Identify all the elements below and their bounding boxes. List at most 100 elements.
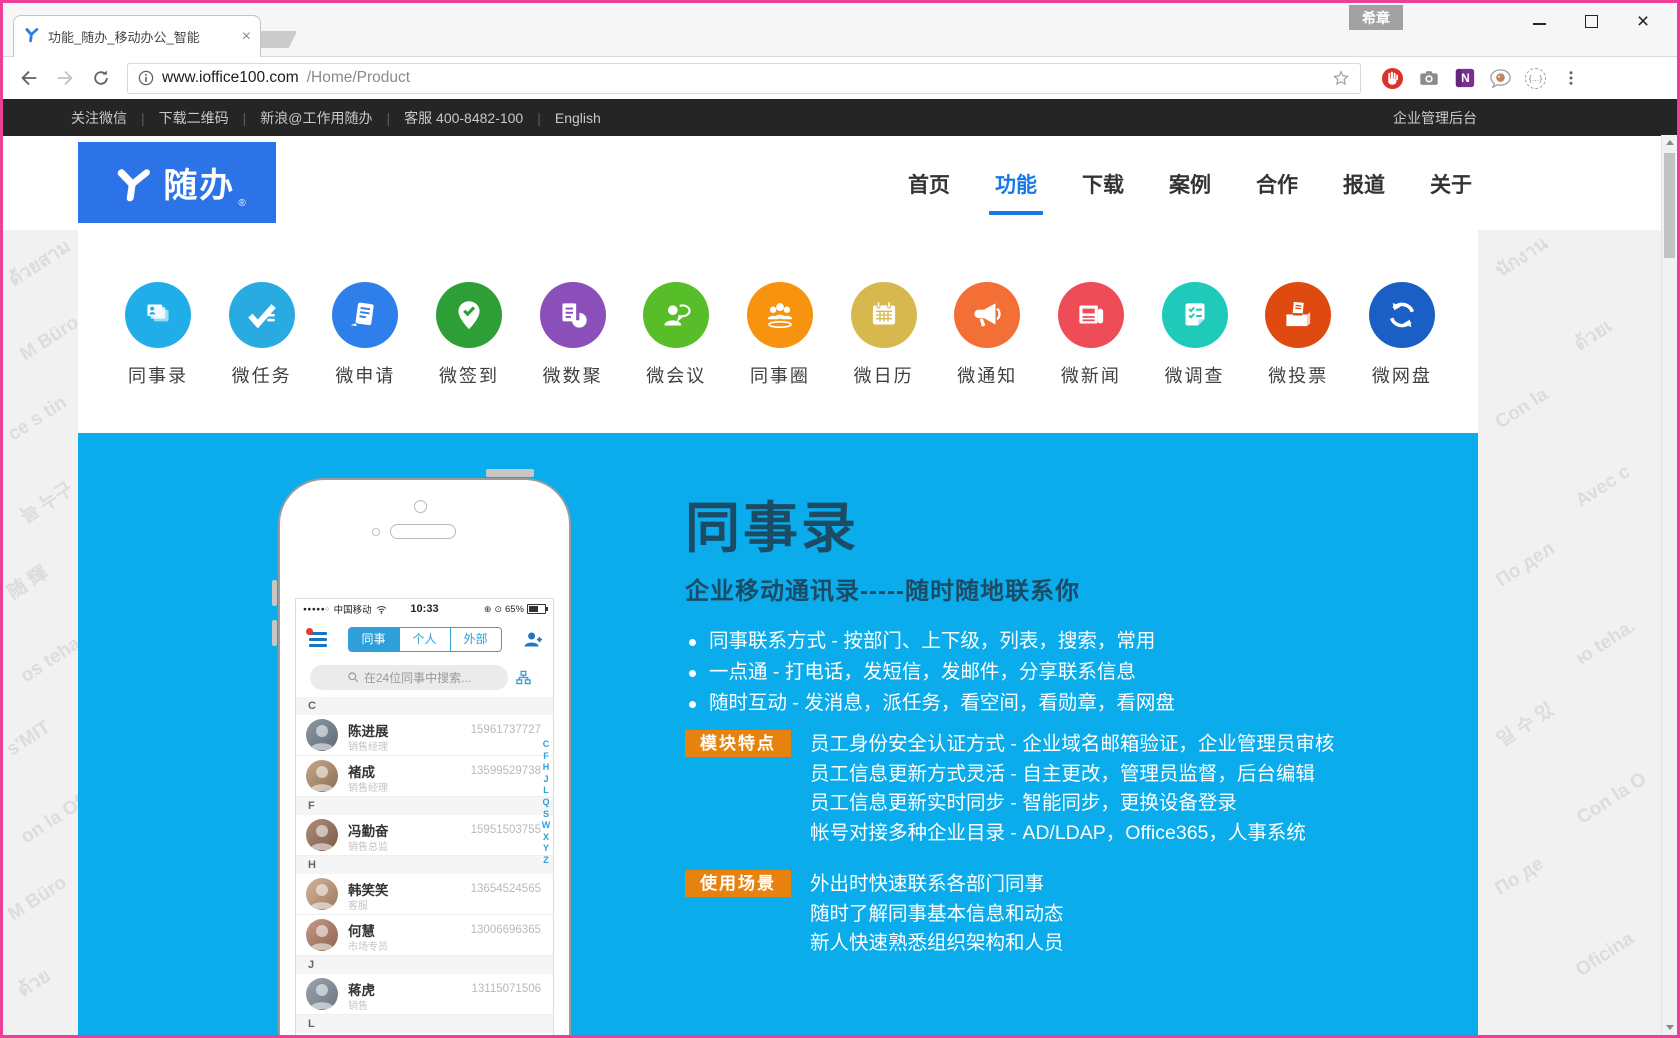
registered-mark: ® — [238, 198, 245, 209]
feature-微投票[interactable]: 微投票 — [1262, 282, 1334, 433]
scroll-down-arrow[interactable] — [1662, 1020, 1677, 1035]
contact-row[interactable]: 蒋虎销售13115071506 — [296, 974, 553, 1015]
topbar-link[interactable]: English — [555, 110, 601, 126]
topbar-link[interactable]: 关注微信 — [71, 108, 127, 128]
watermark-text: По де — [1491, 853, 1548, 900]
module-feature-row: 模块特点 员工身份安全认证方式 - 企业域名邮箱验证，企业管理员审核员工信息更新… — [685, 730, 1334, 848]
main-nav: 首页 功能 下载 案例 合作 报道 关于 — [908, 136, 1472, 231]
feature-同事圈[interactable]: 同事圈 — [744, 282, 816, 433]
add-contact-icon[interactable] — [522, 629, 543, 655]
nav-item-关于[interactable]: 关于 — [1430, 169, 1472, 199]
contact-row[interactable]: 褚成销售经理13599529738 — [296, 756, 553, 797]
index-letter-W[interactable]: W — [541, 820, 551, 832]
feature-微日历[interactable]: 微日历 — [848, 282, 920, 433]
bookmark-star-icon[interactable] — [1332, 69, 1350, 87]
nav-item-报道[interactable]: 报道 — [1343, 169, 1385, 199]
index-letter-S[interactable]: S — [541, 809, 551, 821]
index-letter-F[interactable]: F — [541, 751, 551, 763]
topbar-link[interactable]: 新浪@工作用随办 — [260, 108, 372, 128]
contact-phone: 15961737727 — [471, 724, 541, 736]
feature-微申请[interactable]: 微申请 — [329, 282, 401, 433]
scrollbar-thumb[interactable] — [1664, 153, 1675, 258]
page-info-icon[interactable] — [138, 70, 154, 86]
contact-row[interactable]: 陈进展销售经理15961737727 — [296, 715, 553, 756]
close-button[interactable]: × — [1617, 3, 1669, 39]
index-letter-C[interactable]: C — [541, 739, 551, 751]
nav-item-案例[interactable]: 案例 — [1169, 169, 1211, 199]
phone-tab-外部[interactable]: 外部 — [450, 628, 501, 651]
reload-button[interactable] — [87, 64, 115, 92]
nav-item-下载[interactable]: 下载 — [1082, 169, 1124, 199]
feature-label: 微数聚 — [543, 362, 603, 388]
browser-menu-icon[interactable] — [1559, 67, 1582, 90]
feature-微通知[interactable]: 微通知 — [951, 282, 1023, 433]
logo-text: 随办 — [163, 158, 235, 207]
contact-title: 市场专员 — [348, 938, 388, 953]
minimize-button[interactable] — [1513, 3, 1565, 39]
phone-tab-个人[interactable]: 个人 — [399, 628, 450, 651]
address-bar[interactable]: www.ioffice100.com/Home/Product — [127, 63, 1361, 94]
phone-tab-同事[interactable]: 同事 — [349, 628, 399, 651]
org-tree-icon[interactable] — [516, 670, 531, 685]
index-letter-L[interactable]: L — [541, 785, 551, 797]
avatar — [306, 719, 338, 751]
forward-button[interactable] — [51, 64, 79, 92]
contact-phone: 13115071506 — [472, 983, 542, 995]
reload-icon — [91, 68, 111, 88]
topbar-link[interactable]: 下载二维码 — [159, 108, 229, 128]
feature-微新闻[interactable]: 微新闻 — [1055, 282, 1127, 433]
contact-row[interactable]: 李贯佳13771025437 — [296, 1033, 553, 1035]
browser-tab[interactable]: 功能_随办_移动办公_智能 × — [13, 15, 261, 57]
feature-微签到[interactable]: 微签到 — [433, 282, 505, 433]
contact-title: 客服 — [348, 897, 368, 912]
hero-subtitle: 企业移动通讯录-----随时随地联系你 — [685, 571, 1080, 606]
minimize-icon — [1533, 23, 1546, 25]
admin-portal-link[interactable]: 企业管理后台 — [1393, 108, 1477, 128]
index-letter-Q[interactable]: Q — [541, 797, 551, 809]
onenote-extension-icon[interactable]: N — [1453, 67, 1476, 90]
index-letter-Z[interactable]: Z — [541, 855, 551, 867]
feature-微数聚[interactable]: 微数聚 — [537, 282, 609, 433]
feature-label: 微签到 — [439, 362, 499, 388]
watermark-right: นักงานด้วยเCon laAvec cПо делю teha.일 수 … — [1478, 230, 1668, 1035]
module-line: 员工信息更新方式灵活 - 自主更改，管理员监督，后台编辑 — [810, 760, 1334, 790]
watermark-left: ด้วยสามM Büroce s tin늘 누구随 輝os teha.s'MI… — [3, 230, 78, 1035]
feature-label: 微投票 — [1268, 362, 1328, 388]
menu-hamburger-icon[interactable] — [309, 632, 327, 647]
contact-row[interactable]: 何慧市场专员13006696365 — [296, 915, 553, 956]
vertical-scrollbar[interactable] — [1661, 135, 1677, 1035]
index-letter-J[interactable]: J — [541, 774, 551, 786]
adblock-hand-icon[interactable] — [1381, 67, 1404, 90]
chat-bubble-extension-icon[interactable] — [1489, 67, 1512, 90]
index-letter-Y[interactable]: Y — [541, 843, 551, 855]
feature-微会议[interactable]: 微会议 — [640, 282, 712, 433]
alphabet-index[interactable]: CFHJLQSWXYZ — [541, 739, 551, 867]
topbar-link[interactable]: 客服 400-8482-100 — [404, 108, 523, 128]
watermark-text: s'MIT — [3, 717, 55, 761]
nav-item-功能[interactable]: 功能 — [995, 169, 1037, 199]
contact-row[interactable]: 韩笑笑客服13654524565 — [296, 874, 553, 915]
maximize-button[interactable] — [1565, 3, 1617, 39]
hero-text: 同事录 企业移动通讯录-----随时随地联系你 同事联系方式 - 按部门、上下级… — [685, 433, 1425, 1035]
feature-同事录[interactable]: 同事录 — [122, 282, 194, 433]
back-button[interactable] — [15, 64, 43, 92]
camera-extension-icon[interactable] — [1417, 67, 1440, 90]
data-chart-icon — [540, 282, 606, 348]
feature-微调查[interactable]: 微调查 — [1159, 282, 1231, 433]
alarm-icon: ⊙ — [494, 604, 502, 615]
scroll-up-arrow[interactable] — [1662, 135, 1677, 150]
feature-label: 同事录 — [128, 362, 188, 388]
site-favicon-icon — [23, 26, 40, 48]
tab-close-icon[interactable]: × — [242, 29, 251, 45]
nav-item-首页[interactable]: 首页 — [908, 169, 950, 199]
feature-微网盘[interactable]: 微网盘 — [1366, 282, 1438, 433]
feature-微任务[interactable]: 微任务 — [226, 282, 298, 433]
phone-search-input[interactable]: 在24位同事中搜索... — [310, 665, 508, 690]
nav-item-合作[interactable]: 合作 — [1256, 169, 1298, 199]
watermark-text: M Büro — [4, 872, 71, 926]
braces-extension-icon[interactable]: {…} — [1525, 68, 1546, 89]
site-logo[interactable]: 随办 ® — [78, 142, 276, 223]
index-letter-H[interactable]: H — [541, 762, 551, 774]
contact-row[interactable]: 冯勤奋销售总监15951503755 — [296, 815, 553, 856]
index-letter-X[interactable]: X — [541, 832, 551, 844]
